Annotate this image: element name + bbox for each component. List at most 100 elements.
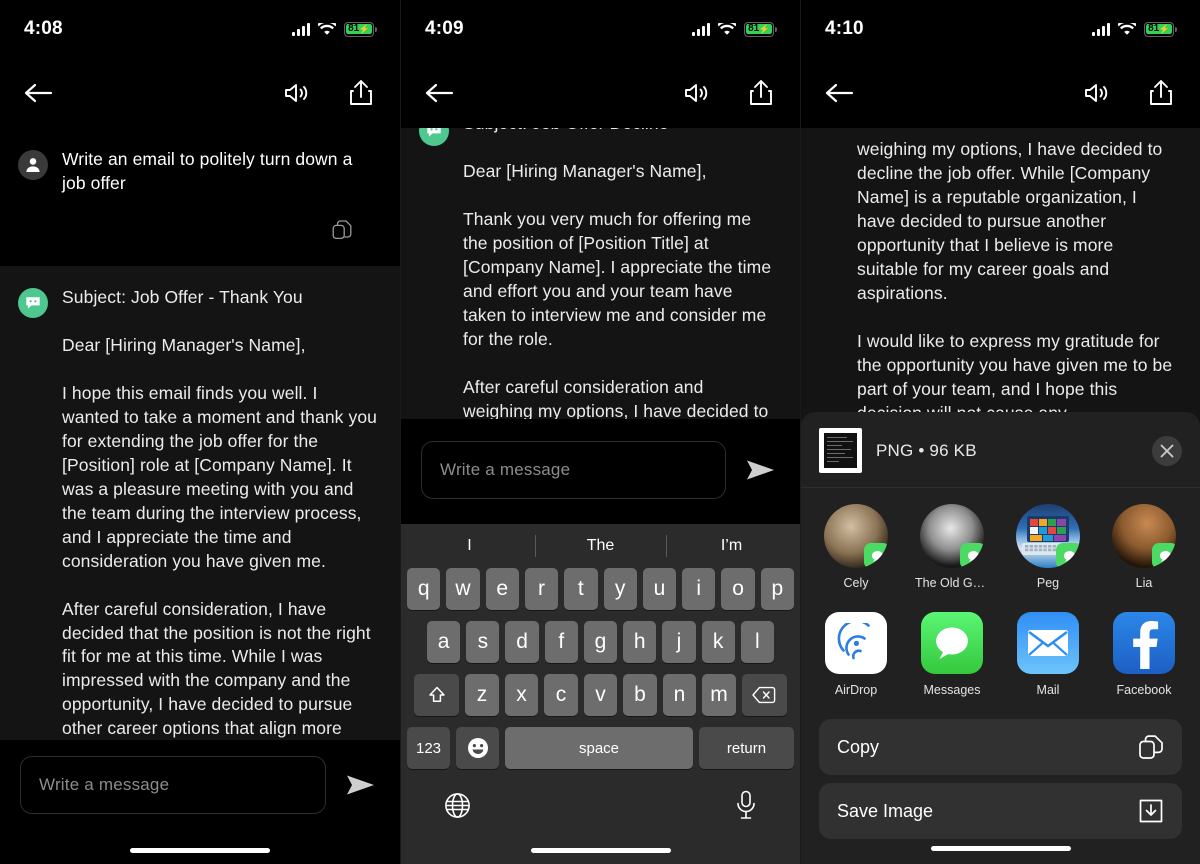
- app-name: Facebook: [1116, 683, 1172, 697]
- share-contact[interactable]: Peg: [1011, 504, 1085, 590]
- message-input[interactable]: Write a message: [421, 441, 726, 499]
- close-icon: [1160, 444, 1174, 457]
- key-g[interactable]: g: [583, 621, 618, 663]
- share-app[interactable]: AirDrop: [819, 612, 893, 697]
- message-body: Subject: Job Offer - Thank You Dear [Hir…: [62, 286, 378, 765]
- charging-bolt-icon: ⚡: [1158, 23, 1170, 34]
- status-time: 4:10: [825, 18, 864, 39]
- share-sheet[interactable]: PNG • 96 KB Cely The Old Gang-a.: [801, 412, 1200, 864]
- status-time: 4:09: [425, 18, 464, 39]
- key-s[interactable]: s: [466, 621, 500, 663]
- keyboard-row-2: a s d f g h j k l: [407, 621, 794, 663]
- battery-icon: 81 ⚡: [1144, 21, 1178, 37]
- speaker-button[interactable]: [680, 76, 714, 110]
- wifi-icon: [718, 22, 736, 35]
- screenshot-triptych: 4:08 81 ⚡ Write an email to politely tur…: [0, 0, 1200, 864]
- phone-screen-3: 4:10 81 ⚡ weighing my options, I have de…: [800, 0, 1200, 864]
- key-y[interactable]: y: [603, 568, 637, 610]
- share-button[interactable]: [744, 76, 778, 110]
- key-o[interactable]: o: [721, 568, 755, 610]
- share-action-copy[interactable]: Copy: [819, 719, 1182, 775]
- on-screen-keyboard[interactable]: I The I’m q w e r t y u i o p a s d f g …: [401, 524, 800, 864]
- share-action-save-image[interactable]: Save Image: [819, 783, 1182, 839]
- message-input[interactable]: Write a message: [20, 756, 326, 814]
- nav-actions: [680, 76, 778, 110]
- share-button[interactable]: [344, 76, 378, 110]
- key-p[interactable]: p: [760, 568, 794, 610]
- key-m[interactable]: m: [702, 674, 736, 716]
- back-button[interactable]: [823, 76, 857, 110]
- key-f[interactable]: f: [544, 621, 578, 663]
- status-indicators: 81 ⚡: [292, 21, 378, 37]
- share-contact[interactable]: The Old Gang-a...: [915, 504, 989, 590]
- action-label: Copy: [837, 736, 880, 757]
- return-key[interactable]: return: [699, 727, 794, 769]
- message-composer: Write a message: [0, 740, 400, 864]
- key-k[interactable]: k: [701, 621, 735, 663]
- avatar: [1112, 504, 1176, 568]
- send-button[interactable]: [340, 756, 382, 814]
- key-h[interactable]: h: [623, 621, 657, 663]
- nav-bar: [401, 58, 800, 128]
- key-z[interactable]: z: [465, 674, 499, 716]
- key-c[interactable]: c: [544, 674, 578, 716]
- speaker-button[interactable]: [1080, 76, 1114, 110]
- back-button[interactable]: [22, 76, 56, 110]
- key-d[interactable]: d: [505, 621, 539, 663]
- message-body: weighing my options, I have decided to d…: [857, 138, 1178, 426]
- key-w[interactable]: w: [446, 568, 480, 610]
- key-n[interactable]: n: [662, 674, 697, 716]
- prediction-1[interactable]: The: [535, 537, 666, 555]
- share-contact[interactable]: Lia: [1107, 504, 1181, 590]
- key-x[interactable]: x: [504, 674, 539, 716]
- message-text: weighing my options, I have decided to d…: [857, 139, 1173, 423]
- composer-wrap-2: Write a message: [401, 419, 800, 524]
- key-j[interactable]: j: [662, 621, 696, 663]
- airdrop-icon: [825, 612, 887, 674]
- contact-name: Peg: [1036, 576, 1060, 590]
- globe-button[interactable]: [444, 792, 471, 824]
- numbers-key[interactable]: 123: [407, 727, 450, 769]
- prediction-0[interactable]: I: [404, 537, 535, 555]
- app-name: Messages: [923, 683, 981, 697]
- message-actions: [62, 196, 378, 250]
- share-contacts-row[interactable]: Cely The Old Gang-a...: [801, 488, 1200, 602]
- share-contact[interactable]: Cely: [819, 504, 893, 590]
- messages-badge-icon: [960, 543, 984, 568]
- share-icon: [350, 80, 372, 105]
- bot-glyph-icon: [26, 297, 40, 309]
- share-button[interactable]: [1144, 76, 1178, 110]
- emoji-icon: [467, 738, 488, 758]
- keyboard-row-4: 123 space return: [407, 727, 794, 769]
- key-q[interactable]: q: [407, 568, 441, 610]
- emoji-key[interactable]: [456, 727, 499, 769]
- key-e[interactable]: e: [485, 568, 519, 610]
- avatar: [824, 504, 888, 568]
- prediction-2[interactable]: I’m: [666, 537, 797, 555]
- dictation-button[interactable]: [735, 790, 757, 825]
- share-apps-row[interactable]: AirDrop Messages Mail Facebook: [801, 602, 1200, 711]
- keyboard-bottom-bar: [404, 780, 797, 825]
- status-indicators: 81 ⚡: [1092, 21, 1178, 37]
- key-a[interactable]: a: [427, 621, 461, 663]
- key-r[interactable]: r: [524, 568, 559, 610]
- space-key[interactable]: space: [505, 727, 693, 769]
- key-v[interactable]: v: [583, 674, 618, 716]
- copy-icon[interactable]: [332, 220, 352, 240]
- key-l[interactable]: l: [740, 621, 774, 663]
- key-t[interactable]: t: [564, 568, 598, 610]
- key-u[interactable]: u: [642, 568, 677, 610]
- status-bar: 4:09 81 ⚡: [401, 0, 800, 58]
- send-button[interactable]: [740, 441, 782, 499]
- key-i[interactable]: i: [682, 568, 716, 610]
- share-app[interactable]: Messages: [915, 612, 989, 697]
- status-bar: 4:08 81 ⚡: [0, 0, 400, 58]
- share-app[interactable]: Facebook: [1107, 612, 1181, 697]
- share-app[interactable]: Mail: [1011, 612, 1085, 697]
- key-b[interactable]: b: [623, 674, 657, 716]
- back-button[interactable]: [423, 76, 457, 110]
- close-button[interactable]: [1152, 435, 1182, 466]
- backspace-key[interactable]: [741, 674, 787, 716]
- shift-key[interactable]: [414, 674, 460, 716]
- speaker-button[interactable]: [280, 76, 314, 110]
